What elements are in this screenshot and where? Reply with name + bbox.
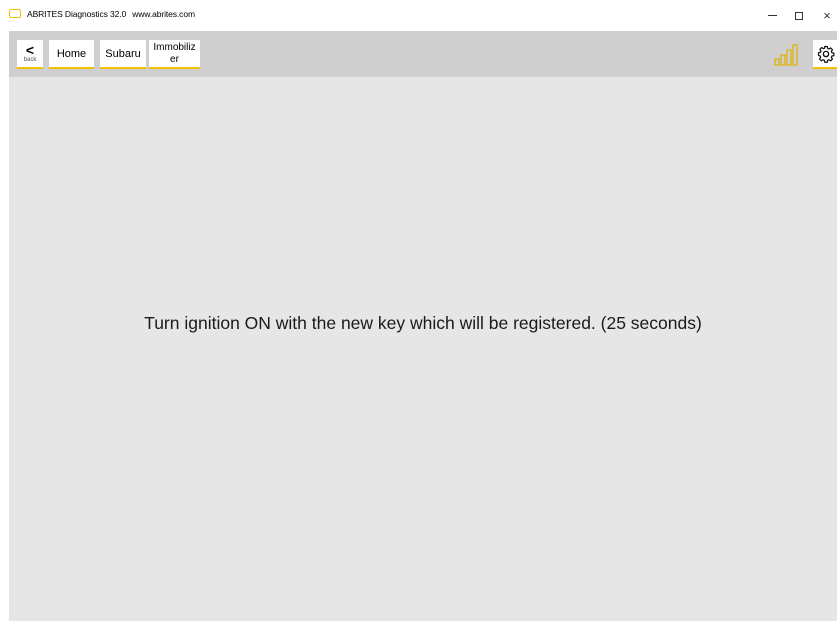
instruction-message: Turn ignition ON with the new key which … [144,313,702,333]
maximize-icon [795,11,803,20]
breadcrumb-immobilizer-button[interactable]: Immobiliz er [149,40,200,69]
breadcrumb-subaru-button[interactable]: Subaru [100,40,146,69]
close-button[interactable]: × [812,0,837,31]
settings-button[interactable] [813,40,837,69]
close-icon: × [823,8,831,23]
maximize-button[interactable] [784,0,814,31]
breadcrumb-home-label: Home [56,47,87,60]
signal-strength-icon [774,44,798,66]
main-content: Turn ignition ON with the new key which … [9,77,837,621]
breadcrumb-home-button[interactable]: Home [49,40,94,69]
back-button[interactable]: < back [17,40,43,69]
breadcrumb-subaru-label: Subaru [105,47,141,60]
app-url: www.abrites.com [132,9,195,19]
title-bar: ABRITES Diagnostics 32.0 www.abrites.com … [0,0,837,31]
app-window: ABRITES Diagnostics 32.0 www.abrites.com … [0,0,837,621]
chevron-left-icon: < [25,42,35,58]
toolbar: < back Home Subaru Immobiliz er [9,31,837,77]
app-title: ABRITES Diagnostics 32.0 [27,9,127,19]
back-label: back [23,57,37,63]
breadcrumb-immobilizer-label-line1: Immobiliz [153,41,196,53]
minimize-icon [767,15,777,16]
window-title: ABRITES Diagnostics 32.0 www.abrites.com [27,9,195,19]
app-logo-icon [9,9,21,18]
breadcrumb-immobilizer-label-line2: er [170,53,179,65]
minimize-button[interactable] [757,0,787,31]
gear-icon [817,45,835,63]
